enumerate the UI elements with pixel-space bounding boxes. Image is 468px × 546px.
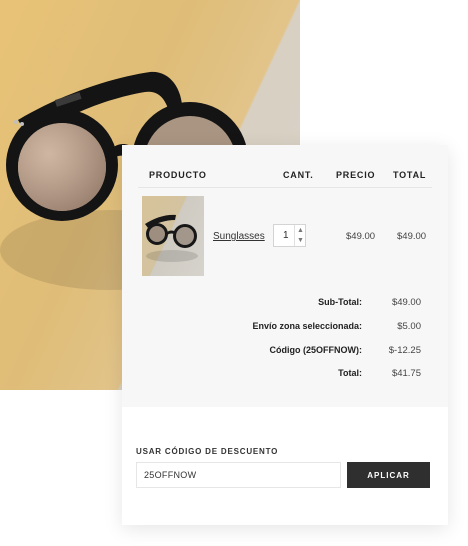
header-divider	[138, 187, 432, 188]
subtotal-value: $49.00	[391, 297, 421, 308]
product-thumbnail[interactable]	[142, 196, 204, 276]
cart-summary-panel: PRODUCTO CANT. PRECIO TOTAL Sunglasses 1	[122, 145, 448, 407]
header-qty: CANT.	[283, 170, 314, 180]
quantity-separator	[294, 225, 295, 246]
total-label: Total:	[338, 368, 362, 378]
discount-code-label: Código (25OFFNOW):	[269, 345, 362, 355]
apply-coupon-button[interactable]: APLICAR	[347, 462, 430, 488]
cart-card: PRODUCTO CANT. PRECIO TOTAL Sunglasses 1	[122, 145, 448, 525]
chevron-up-icon[interactable]: ▲	[296, 226, 305, 236]
quantity-value[interactable]: 1	[283, 230, 289, 241]
row-price: $49.00	[346, 231, 376, 242]
coupon-label: USAR CÓDIGO DE DESCUENTO	[136, 447, 279, 456]
coupon-code-input[interactable]	[136, 462, 341, 488]
discount-code-value: $-12.25	[388, 345, 421, 356]
total-value: $41.75	[391, 368, 421, 379]
chevron-down-icon[interactable]: ▼	[296, 236, 305, 246]
product-name-link[interactable]: Sunglasses	[213, 231, 265, 242]
header-total: TOTAL	[393, 170, 427, 180]
header-product: PRODUCTO	[149, 170, 207, 180]
shipping-value: $5.00	[397, 321, 421, 332]
sunglasses-thumb-icon	[145, 214, 198, 262]
header-price: PRECIO	[336, 170, 376, 180]
quantity-stepper[interactable]: 1 ▲ ▼	[273, 224, 306, 247]
row-total: $49.00	[397, 231, 427, 242]
shipping-label: Envío zona seleccionada:	[252, 321, 362, 331]
subtotal-label: Sub-Total:	[318, 297, 362, 307]
